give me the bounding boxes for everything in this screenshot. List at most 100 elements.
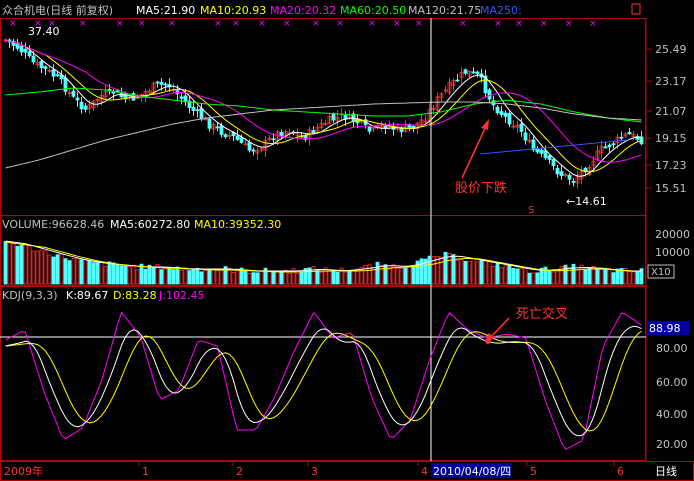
volume-bar: [95, 260, 100, 285]
signal-marker: ×: [168, 19, 176, 29]
candle-body: [567, 174, 572, 180]
candle-body: [639, 136, 644, 145]
candle-body: [251, 149, 256, 152]
svg-text:死亡交叉: 死亡交叉: [516, 306, 568, 322]
kdj-k-label: K:89.67: [66, 289, 108, 302]
price-tick: 19.15: [655, 132, 687, 145]
volume-bar: [295, 272, 300, 285]
price-tick: 15.51: [655, 182, 687, 195]
volume-bar: [595, 267, 600, 285]
volume-bar: [259, 270, 264, 285]
candle-body: [503, 112, 508, 117]
candle-body: [311, 130, 316, 134]
volume-bar: [35, 250, 40, 285]
ma10-label: MA10:20.93: [200, 4, 266, 17]
candle-body: [271, 138, 276, 141]
volume-bar: [131, 264, 136, 285]
volume-bar: [491, 266, 496, 285]
high-label: 37.40: [28, 25, 60, 38]
volume-bar: [275, 270, 280, 285]
candle-body: [463, 69, 468, 74]
volume-bar: [195, 267, 200, 285]
candle-body: [555, 167, 560, 175]
volume-bar: [563, 264, 568, 285]
candle-body: [495, 106, 500, 114]
volume-bar: [435, 256, 440, 285]
kdj-j-line: [5, 311, 642, 451]
volume-bar: [635, 270, 640, 285]
volume-bar: [583, 269, 588, 285]
kdj-label: KDJ(9,3,3): [2, 289, 58, 302]
volume-bar: [219, 268, 224, 285]
volume-bar: [467, 261, 472, 285]
kdj-d-line: [5, 330, 642, 432]
volume-bar: [523, 267, 528, 285]
top-right-box[interactable]: [631, 3, 641, 15]
volume-bar: [87, 260, 92, 285]
volume-bar: [135, 269, 140, 285]
candle-body: [543, 150, 548, 159]
volume-bar: [71, 258, 76, 285]
volume-label: VOLUME:96628.46: [2, 218, 104, 231]
candle-body: [83, 105, 88, 110]
candle-body: [571, 181, 576, 183]
volume-bar: [479, 259, 484, 285]
volume-bar: [63, 258, 68, 285]
period-label[interactable]: 日线: [655, 464, 677, 478]
candle-body: [23, 48, 28, 53]
volume-bar: [511, 268, 516, 285]
candle-body: [455, 79, 460, 82]
volume-bar: [287, 273, 292, 285]
volume-bar: [483, 260, 488, 285]
volume-bar: [515, 268, 520, 285]
volume-bar: [519, 268, 524, 285]
volume-bar: [147, 264, 152, 285]
volume-bar: [403, 267, 408, 285]
volume-bar: [395, 268, 400, 285]
volume-bar: [247, 272, 252, 285]
ma5-label: MA5:21.90: [136, 4, 195, 17]
volume-bar: [3, 241, 8, 285]
volume-bar: [39, 249, 44, 285]
volume-ma5-line: [5, 240, 642, 272]
price-annotation: 股价下跌 S: [455, 119, 534, 216]
volume-bar: [99, 262, 104, 285]
signal-marker: ×: [9, 19, 17, 29]
ma60-line: [5, 87, 642, 123]
volume-bar: [555, 269, 560, 285]
volume-bar: [279, 270, 284, 285]
volume-bar: [327, 270, 332, 285]
signal-marker: ×: [368, 19, 376, 29]
volume-bar: [387, 268, 392, 285]
signal-marker: ×: [415, 19, 423, 29]
signal-marker: ×: [459, 19, 467, 29]
x-label: 6: [617, 465, 624, 478]
kdj-annotation: 死亡交叉: [485, 306, 568, 344]
volume-bar: [83, 259, 88, 285]
volume-bar: [55, 254, 60, 285]
volume-bar: [167, 267, 172, 285]
volume-bar: [7, 241, 12, 285]
volume-bar: [23, 244, 28, 285]
volume-bar: [47, 254, 52, 285]
candle-body: [547, 155, 552, 160]
volume-bar: [119, 265, 124, 285]
candle-body: [55, 74, 60, 77]
volume-bar: [535, 272, 540, 285]
candle-body: [471, 71, 476, 74]
volume-bar: [15, 245, 20, 285]
volume-bar: [587, 267, 592, 285]
volume-bar: [143, 268, 148, 285]
signal-marker: ×: [116, 19, 124, 29]
volume-bar: [495, 262, 500, 285]
candle-body: [223, 134, 228, 138]
volume-bar: [447, 252, 452, 285]
volume-bar: [267, 271, 272, 285]
x-label: 1: [142, 465, 149, 478]
volume-bar: [439, 256, 444, 285]
volume-bar: [115, 264, 120, 285]
x-label: 3: [311, 465, 318, 478]
candle-body: [367, 126, 372, 132]
x-label: 4: [421, 465, 428, 478]
volume-bar: [127, 266, 132, 285]
